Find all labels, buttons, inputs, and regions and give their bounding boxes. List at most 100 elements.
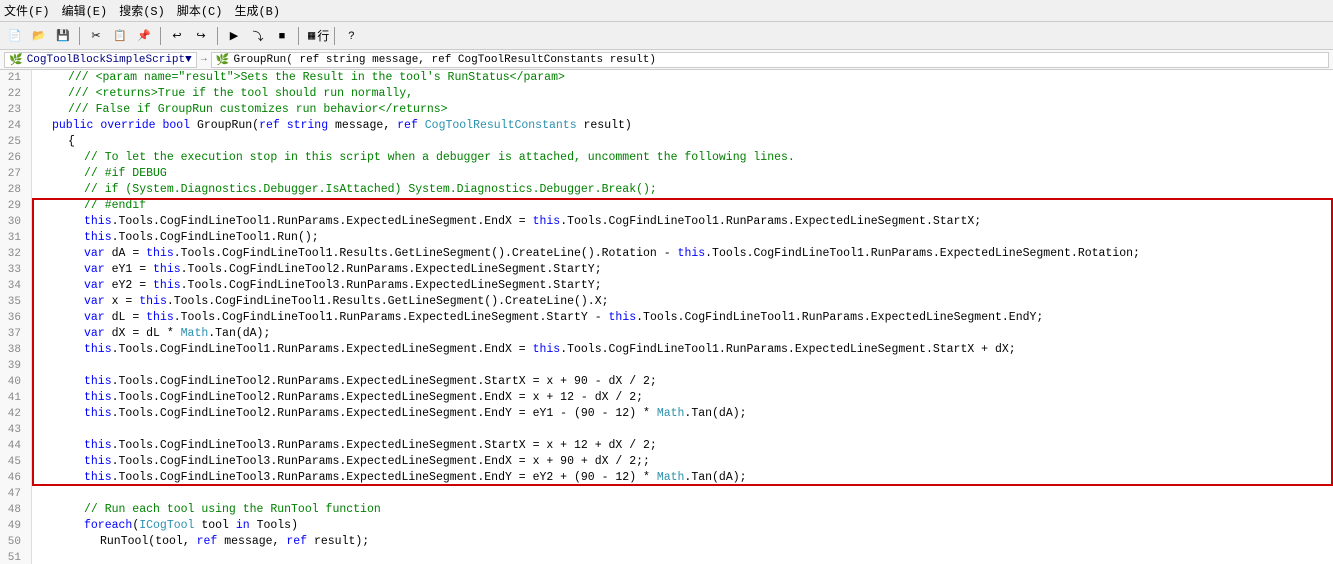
method-icon: 🌿 <box>216 53 230 67</box>
code-line: this.Tools.CogFindLineTool1.RunParams.Ex… <box>36 214 1329 230</box>
paste-button[interactable]: 📌 <box>133 25 155 47</box>
code-text <box>36 486 43 502</box>
debug-button[interactable]: ▶ <box>223 25 245 47</box>
line-number: 29 <box>0 198 27 214</box>
line-number: 45 <box>0 454 27 470</box>
code-text: this.Tools.CogFindLineTool3.RunParams.Ex… <box>84 454 650 470</box>
code-text: var dA = this.Tools.CogFindLineTool1.Res… <box>84 246 1140 262</box>
stop-button[interactable]: ■ <box>271 25 293 47</box>
code-text <box>36 358 43 374</box>
code-line: this.Tools.CogFindLineTool1.Run(); <box>36 230 1329 246</box>
toolbar-sep-1 <box>79 27 80 45</box>
line-number: 47 <box>0 486 27 502</box>
code-text: this.Tools.CogFindLineTool2.RunParams.Ex… <box>84 406 747 422</box>
code-text: foreach(ICogTool tool in Tools) <box>84 518 298 534</box>
line-number: 34 <box>0 278 27 294</box>
code-text: /// <returns>True if the tool should run… <box>68 86 413 102</box>
line-number: 22 <box>0 86 27 102</box>
code-line: this.Tools.CogFindLineTool3.RunParams.Ex… <box>36 470 1329 486</box>
code-line <box>36 358 1329 374</box>
line-number: 44 <box>0 438 27 454</box>
script-name-dropdown[interactable]: 🌿 CogToolBlockSimpleScript ▼ <box>4 52 197 68</box>
line-number: 43 <box>0 422 27 438</box>
code-text: var x = this.Tools.CogFindLineTool1.Resu… <box>84 294 609 310</box>
line-number: 30 <box>0 214 27 230</box>
line-number: 46 <box>0 470 27 486</box>
undo-button[interactable]: ↩ <box>166 25 188 47</box>
line-number: 32 <box>0 246 27 262</box>
line-numbers: 2122232425262728293031323334353637383940… <box>0 70 32 564</box>
line-number: 21 <box>0 70 27 86</box>
toolbar: 📄 📂 💾 ✂ 📋 📌 ↩ ↪ ▶ ⤵ ■ ▦ 行 ? <box>0 22 1333 50</box>
run-text: 行 <box>317 27 329 44</box>
menu-edit[interactable]: 编辑(E) <box>62 2 108 19</box>
code-text: var dL = this.Tools.CogFindLineTool1.Run… <box>84 310 1043 326</box>
line-number: 42 <box>0 406 27 422</box>
line-number: 35 <box>0 294 27 310</box>
dropdown-arrow: ▼ <box>185 54 192 66</box>
code-line: var dX = dL * Math.Tan(dA); <box>36 326 1329 342</box>
code-text <box>36 550 43 564</box>
code-area: 2122232425262728293031323334353637383940… <box>0 70 1333 564</box>
code-text: var eY1 = this.Tools.CogFindLineTool2.Ru… <box>84 262 602 278</box>
code-line <box>36 550 1329 564</box>
code-line: /// False if GroupRun customizes run beh… <box>36 102 1329 118</box>
code-text: this.Tools.CogFindLineTool3.RunParams.Ex… <box>84 438 657 454</box>
line-number: 37 <box>0 326 27 342</box>
code-text: public override bool GroupRun(ref string… <box>52 118 632 134</box>
code-line: this.Tools.CogFindLineTool3.RunParams.Ex… <box>36 438 1329 454</box>
code-wrapper: /// <param name="result">Sets the Result… <box>32 70 1333 564</box>
line-number: 27 <box>0 166 27 182</box>
copy-button[interactable]: 📋 <box>109 25 131 47</box>
menu-file[interactable]: 文件(F) <box>4 2 50 19</box>
code-line <box>36 486 1329 502</box>
save-button[interactable]: 💾 <box>52 25 74 47</box>
code-text: // #endif <box>84 198 146 214</box>
code-line: RunTool(tool, ref message, ref result); <box>36 534 1329 550</box>
code-text: // #if DEBUG <box>84 166 167 182</box>
open-button[interactable]: 📂 <box>28 25 50 47</box>
method-dropdown[interactable]: 🌿 GroupRun( ref string message, ref CogT… <box>211 52 1329 68</box>
redo-button[interactable]: ↪ <box>190 25 212 47</box>
code-text <box>36 422 43 438</box>
line-number: 41 <box>0 390 27 406</box>
line-number: 38 <box>0 342 27 358</box>
line-number: 50 <box>0 534 27 550</box>
code-line: // if (System.Diagnostics.Debugger.IsAtt… <box>36 182 1329 198</box>
code-line: { <box>36 134 1329 150</box>
code-text: this.Tools.CogFindLineTool1.RunParams.Ex… <box>84 214 981 230</box>
code-text: this.Tools.CogFindLineTool1.Run(); <box>84 230 319 246</box>
line-number: 26 <box>0 150 27 166</box>
new-file-button[interactable]: 📄 <box>4 25 26 47</box>
line-number: 33 <box>0 262 27 278</box>
line-number: 31 <box>0 230 27 246</box>
cut-button[interactable]: ✂ <box>85 25 107 47</box>
run-label: ▦ <box>308 28 315 43</box>
code-line: var x = this.Tools.CogFindLineTool1.Resu… <box>36 294 1329 310</box>
code-line: var dA = this.Tools.CogFindLineTool1.Res… <box>36 246 1329 262</box>
step-button[interactable]: ⤵ <box>247 25 269 47</box>
line-number: 36 <box>0 310 27 326</box>
code-line: this.Tools.CogFindLineTool2.RunParams.Ex… <box>36 374 1329 390</box>
code-text: // Run each tool using the RunTool funct… <box>84 502 381 518</box>
line-number: 49 <box>0 518 27 534</box>
toolbar-sep-2 <box>160 27 161 45</box>
code-line: var eY1 = this.Tools.CogFindLineTool2.Ru… <box>36 262 1329 278</box>
code-text: RunTool(tool, ref message, ref result); <box>100 534 369 550</box>
menu-script[interactable]: 脚本(C) <box>177 2 223 19</box>
menu-build[interactable]: 生成(B) <box>234 2 280 19</box>
code-line <box>36 422 1329 438</box>
line-number: 28 <box>0 182 27 198</box>
code-line: // To let the execution stop in this scr… <box>36 150 1329 166</box>
code-text: // if (System.Diagnostics.Debugger.IsAtt… <box>84 182 657 198</box>
code-text: this.Tools.CogFindLineTool1.RunParams.Ex… <box>84 342 1016 358</box>
code-text: this.Tools.CogFindLineTool3.RunParams.Ex… <box>84 470 747 486</box>
line-number: 39 <box>0 358 27 374</box>
code-text: var eY2 = this.Tools.CogFindLineTool3.Ru… <box>84 278 602 294</box>
code-text: { <box>68 134 75 150</box>
code-line: // Run each tool using the RunTool funct… <box>36 502 1329 518</box>
menu-search[interactable]: 搜索(S) <box>119 2 165 19</box>
nav-bar: 🌿 CogToolBlockSimpleScript ▼ → 🌿 GroupRu… <box>0 50 1333 70</box>
code-line: foreach(ICogTool tool in Tools) <box>36 518 1329 534</box>
help-button[interactable]: ? <box>340 25 362 47</box>
